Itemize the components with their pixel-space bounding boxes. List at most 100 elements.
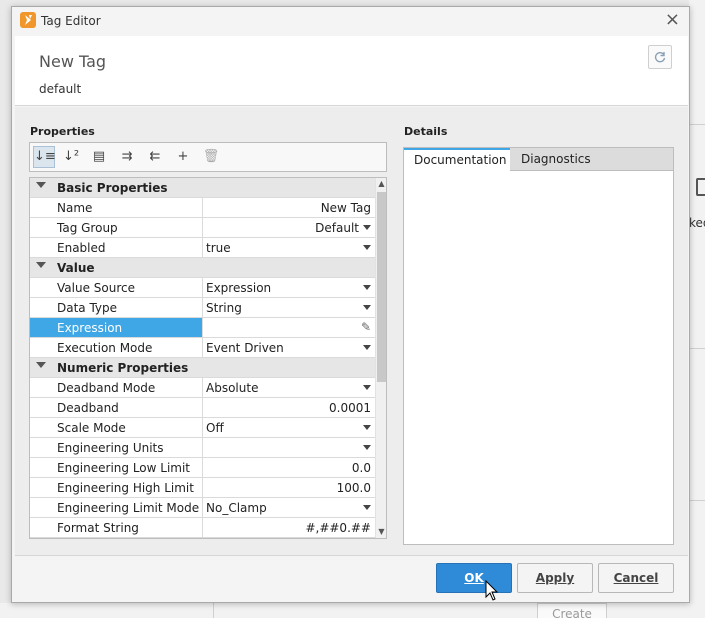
property-row[interactable]: Expression ✎ — [30, 318, 375, 338]
background-divider — [213, 603, 214, 618]
property-value[interactable]: #,##0.## — [203, 518, 375, 537]
collapse-caret-icon[interactable] — [36, 182, 46, 188]
property-grid-scrollbar[interactable]: ▲ ▼ — [375, 178, 386, 538]
property-name: Name — [30, 198, 203, 217]
property-name: Enabled — [30, 238, 203, 257]
dropdown-arrow-icon[interactable] — [363, 385, 371, 390]
property-group-row[interactable]: Basic Properties — [30, 178, 375, 198]
background-partial-text: ked — [689, 216, 705, 230]
cancel-button[interactable]: Cancel — [598, 563, 674, 593]
dropdown-arrow-icon[interactable] — [363, 445, 371, 450]
scroll-up-icon[interactable]: ▲ — [376, 178, 386, 190]
background-create-button[interactable]: Create — [537, 603, 607, 618]
property-value[interactable]: Expression — [203, 278, 375, 297]
property-grid: ▲ ▼ Basic Properties Name New Tag Tag Group… — [29, 177, 387, 539]
dropdown-arrow-icon[interactable] — [363, 285, 371, 290]
tag-provider-label: default — [39, 82, 82, 96]
property-group-row[interactable]: Numeric Properties — [30, 358, 375, 378]
property-row[interactable]: Deadband Mode Absolute — [30, 378, 375, 398]
property-value[interactable]: No_Clamp — [203, 498, 375, 517]
property-name: Value Source — [30, 278, 203, 297]
edit-pencil-icon[interactable]: ✎ — [361, 320, 371, 334]
property-row[interactable]: Engineering Limit Mode No_Clamp — [30, 498, 375, 518]
property-name: Data Type — [30, 298, 203, 317]
details-tabs: Documentation Diagnostics — [404, 148, 673, 172]
property-name: Tag Group — [30, 218, 203, 237]
properties-toolbar: ↓≡ ↓² ▤ ⇉ ⇇ + 🗑 — [29, 142, 387, 172]
property-value[interactable] — [203, 318, 375, 337]
properties-label: Properties — [30, 125, 95, 138]
property-value[interactable]: 0.0 — [203, 458, 375, 477]
property-row[interactable]: Engineering Low Limit 0.0 — [30, 458, 375, 478]
property-row[interactable]: Deadband 0.0001 — [30, 398, 375, 418]
sort-alphabetical-icon[interactable]: ↓² — [60, 146, 82, 168]
tab-documentation[interactable]: Documentation — [404, 148, 510, 172]
property-group-label: Value — [57, 261, 95, 275]
window-title: Tag Editor — [41, 14, 101, 28]
collapse-caret-icon[interactable] — [36, 262, 46, 268]
show-details-icon[interactable]: ▤ — [88, 146, 110, 168]
tab-diagnostics[interactable]: Diagnostics — [511, 148, 601, 171]
property-group-label: Numeric Properties — [57, 361, 189, 375]
property-value[interactable]: New Tag — [203, 198, 375, 217]
dropdown-arrow-icon[interactable] — [363, 345, 371, 350]
property-name: Engineering Units — [30, 438, 203, 457]
property-row[interactable]: Tag Group Default — [30, 218, 375, 238]
property-group-row[interactable]: Value — [30, 258, 375, 278]
background-icon — [696, 178, 705, 196]
property-value[interactable]: Absolute — [203, 378, 375, 397]
property-row[interactable]: Value Source Expression — [30, 278, 375, 298]
details-label: Details — [404, 125, 448, 138]
apply-button[interactable]: Apply — [517, 563, 593, 593]
add-property-icon[interactable]: + — [172, 146, 194, 168]
collapse-caret-icon[interactable] — [36, 362, 46, 368]
property-name: Execution Mode — [30, 338, 203, 357]
background-divider — [689, 500, 705, 501]
property-row[interactable]: Engineering High Limit 100.0 — [30, 478, 375, 498]
property-value[interactable]: String — [203, 298, 375, 317]
property-name: Engineering High Limit — [30, 478, 203, 497]
tag-editor-dialog: Tag Editor × New Tag default Properties … — [11, 6, 690, 603]
ignition-icon — [20, 12, 36, 28]
title-bar: Tag Editor × — [12, 7, 689, 36]
property-row[interactable]: Enabled true — [30, 238, 375, 258]
expand-all-icon[interactable]: ⇉ — [116, 146, 138, 168]
property-value[interactable]: true — [203, 238, 375, 257]
property-name: Deadband — [30, 398, 203, 417]
property-name: Scale Mode — [30, 418, 203, 437]
property-value[interactable]: Default — [203, 218, 375, 237]
property-row[interactable]: Scale Mode Off — [30, 418, 375, 438]
sort-categorized-icon[interactable]: ↓≡ — [33, 146, 56, 168]
collapse-all-icon[interactable]: ⇇ — [144, 146, 166, 168]
property-value[interactable]: Event Driven — [203, 338, 375, 357]
property-row[interactable]: Name New Tag — [30, 198, 375, 218]
property-value[interactable]: 100.0 — [203, 478, 375, 497]
dropdown-arrow-icon[interactable] — [363, 305, 371, 310]
property-value[interactable]: 0.0001 — [203, 398, 375, 417]
dropdown-arrow-icon[interactable] — [363, 245, 371, 250]
property-value[interactable]: Off — [203, 418, 375, 437]
refresh-icon[interactable] — [648, 45, 672, 69]
dropdown-arrow-icon[interactable] — [363, 425, 371, 430]
delete-property-icon[interactable]: 🗑 — [200, 146, 222, 168]
property-row[interactable]: Data Type String — [30, 298, 375, 318]
mouse-cursor-icon — [485, 580, 499, 601]
property-row[interactable]: Engineering Units — [30, 438, 375, 458]
property-row[interactable]: Format String #,##0.## — [30, 518, 375, 538]
property-name: Engineering Low Limit — [30, 458, 203, 477]
ok-button[interactable]: OK — [436, 563, 512, 593]
property-row[interactable]: Execution Mode Event Driven — [30, 338, 375, 358]
property-name: Expression — [30, 318, 203, 337]
dropdown-arrow-icon[interactable] — [363, 225, 371, 230]
property-name: Engineering Limit Mode — [30, 498, 203, 517]
background-divider — [689, 348, 705, 349]
close-icon[interactable]: × — [665, 11, 680, 29]
property-value[interactable] — [203, 438, 375, 457]
scroll-down-icon[interactable]: ▼ — [376, 526, 386, 538]
property-name: Deadband Mode — [30, 378, 203, 397]
property-group-label: Basic Properties — [57, 181, 168, 195]
scroll-thumb[interactable] — [377, 192, 386, 382]
dropdown-arrow-icon[interactable] — [363, 505, 371, 510]
property-name: Format String — [30, 518, 203, 537]
footer-divider — [15, 555, 688, 556]
